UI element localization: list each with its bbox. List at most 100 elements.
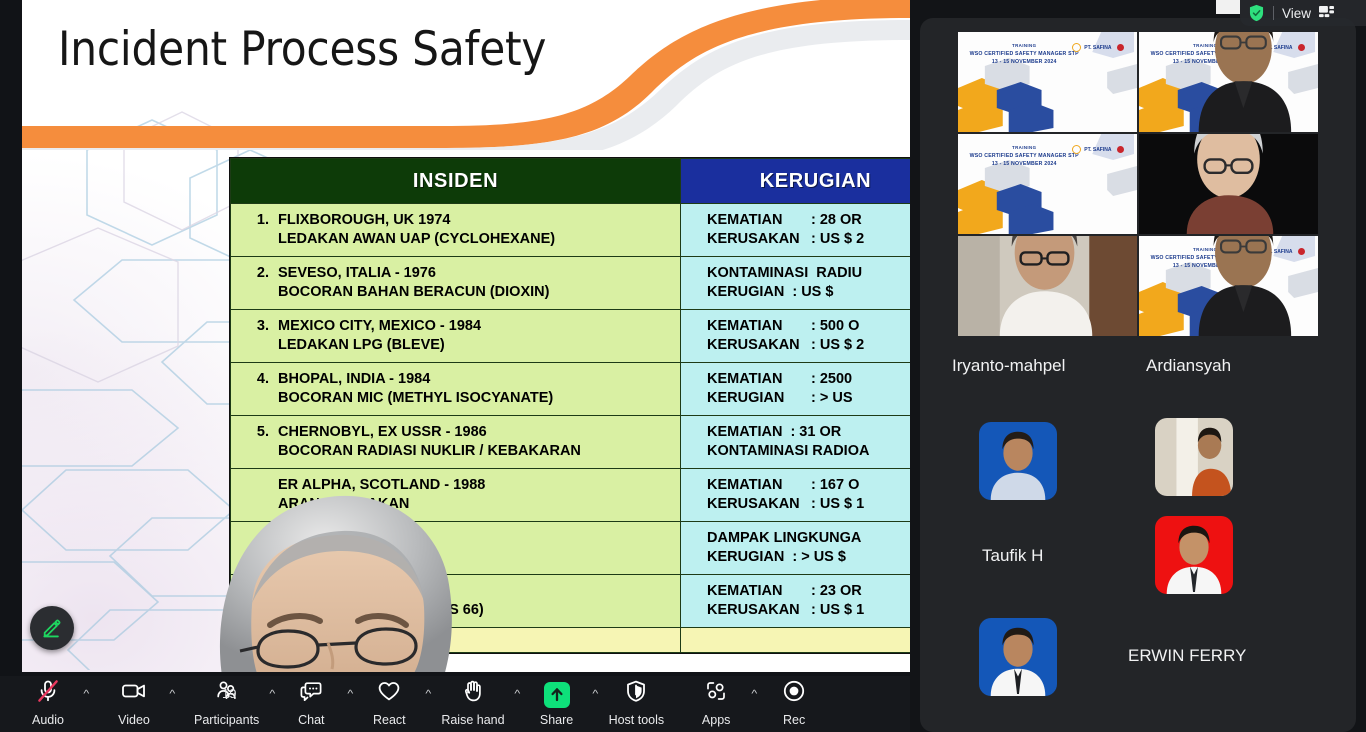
- vbg-logo-text: PT. SAFINA: [1084, 146, 1112, 153]
- presentation-slide: Incident Process Safety INSIDEN KERUGIAN…: [22, 0, 910, 672]
- share-screen-icon: [543, 681, 570, 708]
- video-tile-6[interactable]: TRAINING WSO CERTIFIED SAFETY MANAGER STP…: [1139, 236, 1318, 336]
- loss-key-1: KEMATIAN: [707, 318, 783, 334]
- chevron-up-icon[interactable]: ^: [752, 689, 758, 700]
- toolbar-item-raise-hand[interactable]: Raise hand ^: [435, 676, 520, 732]
- chevron-up-icon[interactable]: ^: [425, 689, 431, 700]
- chevron-up-icon[interactable]: ^: [592, 689, 598, 700]
- column-header-insiden: INSIDEN: [230, 158, 681, 204]
- avatar-bottom-left[interactable]: [979, 618, 1057, 696]
- participant-video-person: [958, 236, 1137, 336]
- layout-grid-icon[interactable]: [1319, 5, 1335, 21]
- chevron-up-icon[interactable]: ^: [347, 689, 353, 700]
- toolbar-label-raise-hand: Raise hand: [441, 712, 505, 727]
- participant-name-list: Iryanto-mahpel Ardiansyah Taufik H ERWIN…: [920, 336, 1356, 732]
- loss-cell: DAMPAK LINGKUNGA KERUGIAN: > US $: [680, 521, 910, 575]
- loss-key-2: KERUSAKAN: [707, 496, 800, 512]
- row-number: 1.: [256, 212, 269, 228]
- loss-value-2: : US $ 2: [811, 231, 865, 247]
- incident-cell: 2. SEVESO, ITALIA - 1976 BOCORAN BAHAN BER…: [230, 256, 681, 310]
- loss-key-2: KONTAMINASI RADIOA: [707, 443, 870, 459]
- video-tile-2[interactable]: TRAINING WSO CERTIFIED SAFETY MANAGER STP…: [1139, 32, 1318, 132]
- toolbar-item-host-tools[interactable]: Host tools: [603, 676, 671, 732]
- toolbar-icon-wrap: [543, 681, 570, 708]
- table-body: 1. FLIXBOROUGH, UK 1974 LEDAKAN AWAN UAP (…: [230, 203, 910, 653]
- virtual-background-text: TRAINING WSO CERTIFIED SAFETY MANAGER STP…: [969, 43, 1080, 66]
- participant-video-person: [1139, 134, 1318, 234]
- loss-key-1: KONTAMINASI: [707, 265, 809, 281]
- participant-name-ardiansyah: Ardiansyah: [1146, 356, 1232, 375]
- vbg-line-1: TRAINING: [1012, 43, 1037, 48]
- toolbar-icon-wrap: [377, 681, 401, 708]
- incident-line-1: USA - 1989: [278, 583, 354, 599]
- loss-key-1: KEMATIAN: [707, 583, 783, 599]
- view-label[interactable]: View: [1282, 6, 1311, 21]
- incident-line-2: BOCORAN RADIASI NUKLIR / KEBAKARAN: [278, 443, 581, 459]
- chevron-up-icon[interactable]: ^: [84, 689, 90, 700]
- table-row: 4. BHOPAL, INDIA - 1984 BOCORAN MIC (METHY…: [230, 362, 910, 416]
- loss-value-1: : 28 OR: [811, 212, 862, 228]
- incident-line-1: LASKA - 1989: [278, 530, 373, 546]
- loss-key-2: KERUSAKAN: [707, 602, 800, 618]
- toolbar-item-react[interactable]: React ^: [357, 676, 431, 732]
- toolbar-item-record[interactable]: Rec: [762, 676, 826, 732]
- loss-key-2: KERUGIAN: [707, 284, 785, 300]
- toolbar-item-apps[interactable]: Apps ^: [684, 676, 758, 732]
- loss-key-2: KERUSAKAN: [707, 231, 800, 247]
- toolbar-item-audio[interactable]: Audio ^: [16, 676, 90, 732]
- row-number: [231, 476, 278, 495]
- loss-key-1: KEMATIAN: [707, 424, 783, 440]
- toolbar-item-share[interactable]: Share ^: [525, 676, 598, 732]
- row-number: 4.: [256, 371, 269, 387]
- loss-cell: KEMATIAN: 28 OR KERUSAKAN: US $ 2: [680, 203, 910, 257]
- incident-line-2: POLYETHYLENE (PHILIPS 66): [278, 602, 484, 618]
- toolbar-item-participants[interactable]: 19 Participants ^: [188, 676, 275, 732]
- toolbar-label-chat: Chat: [298, 712, 325, 727]
- participant-name-erwin-ferry: ERWIN FERRY: [1128, 646, 1247, 665]
- toolbar-icon-wrap: [461, 679, 485, 708]
- incident-line-1: CHERNOBYL, EX USSR - 1986: [278, 424, 487, 440]
- shield-check-icon[interactable]: [1248, 4, 1265, 22]
- toolbar-item-video[interactable]: Video ^: [102, 676, 176, 732]
- avatar-erwin-ferry[interactable]: [1155, 516, 1233, 594]
- participant-count: 19: [222, 686, 237, 701]
- chevron-up-icon[interactable]: ^: [269, 689, 275, 700]
- view-control-bar: View: [1240, 0, 1366, 26]
- logo-ring-icon: [1072, 145, 1082, 154]
- annotate-button[interactable]: [30, 606, 74, 650]
- loss-value-1: : 31 OR: [790, 424, 842, 440]
- zoom-meeting-window: Incident Process Safety INSIDEN KERUGIAN…: [0, 0, 1366, 732]
- video-tile-4[interactable]: [1139, 134, 1318, 234]
- loss-value-1: : 167 O: [811, 477, 860, 493]
- video-tile-1[interactable]: TRAINING WSO CERTIFIED SAFETY MANAGER STP…: [958, 32, 1137, 132]
- table-row: ER ALPHA, SCOTLAND - 1988 ARAN & LEDAKAN K…: [230, 468, 910, 522]
- toolbar-item-chat[interactable]: Chat ^: [279, 676, 353, 732]
- loss-value-2: : > US: [811, 390, 853, 406]
- loss-cell: KEMATIAN: 2500 KERUGIAN: > US: [680, 362, 910, 416]
- toolbar-icon-wrap: [704, 681, 728, 708]
- row-number: [231, 529, 278, 548]
- avatar-ardiansyah[interactable]: [1155, 418, 1233, 496]
- raised-hand-icon: [461, 679, 485, 708]
- shared-screen-stage: Incident Process Safety INSIDEN KERUGIAN…: [0, 0, 910, 676]
- loss-value-1: [869, 529, 910, 548]
- chevron-up-icon[interactable]: ^: [170, 689, 176, 700]
- video-camera-icon: [121, 679, 147, 708]
- avatar-taufik-h[interactable]: [979, 422, 1057, 500]
- vbg-logo: PT. SAFINA: [1072, 145, 1125, 154]
- video-tile-3[interactable]: TRAINING WSO CERTIFIED SAFETY MANAGER STP…: [958, 134, 1137, 234]
- chevron-up-icon[interactable]: ^: [514, 689, 520, 700]
- video-tile-5[interactable]: [958, 236, 1137, 336]
- logo-dot-icon: [1117, 146, 1125, 153]
- participants-panel: TRAINING WSO CERTIFIED SAFETY MANAGER STP…: [910, 0, 1366, 732]
- incident-line-1: MEXICO CITY, MEXICO - 1984: [278, 318, 482, 334]
- shield-icon: [624, 679, 648, 708]
- row-number: 3.: [256, 318, 269, 334]
- incident-cell: 5. CHERNOBYL, EX USSR - 1986 BOCORAN RADIA…: [230, 415, 681, 469]
- incident-line-2: BOCORAN MIC (METHYL ISOCYANATE): [278, 390, 554, 406]
- table-row: 3. MEXICO CITY, MEXICO - 1984 LEDAKAN LPG …: [230, 309, 910, 363]
- toolbar-label-video: Video: [118, 712, 150, 727]
- incident-line-2: RAN MINYAK (EXXON): [278, 549, 434, 565]
- row-number: [231, 582, 278, 601]
- toolbar-icon-wrap: [624, 679, 648, 708]
